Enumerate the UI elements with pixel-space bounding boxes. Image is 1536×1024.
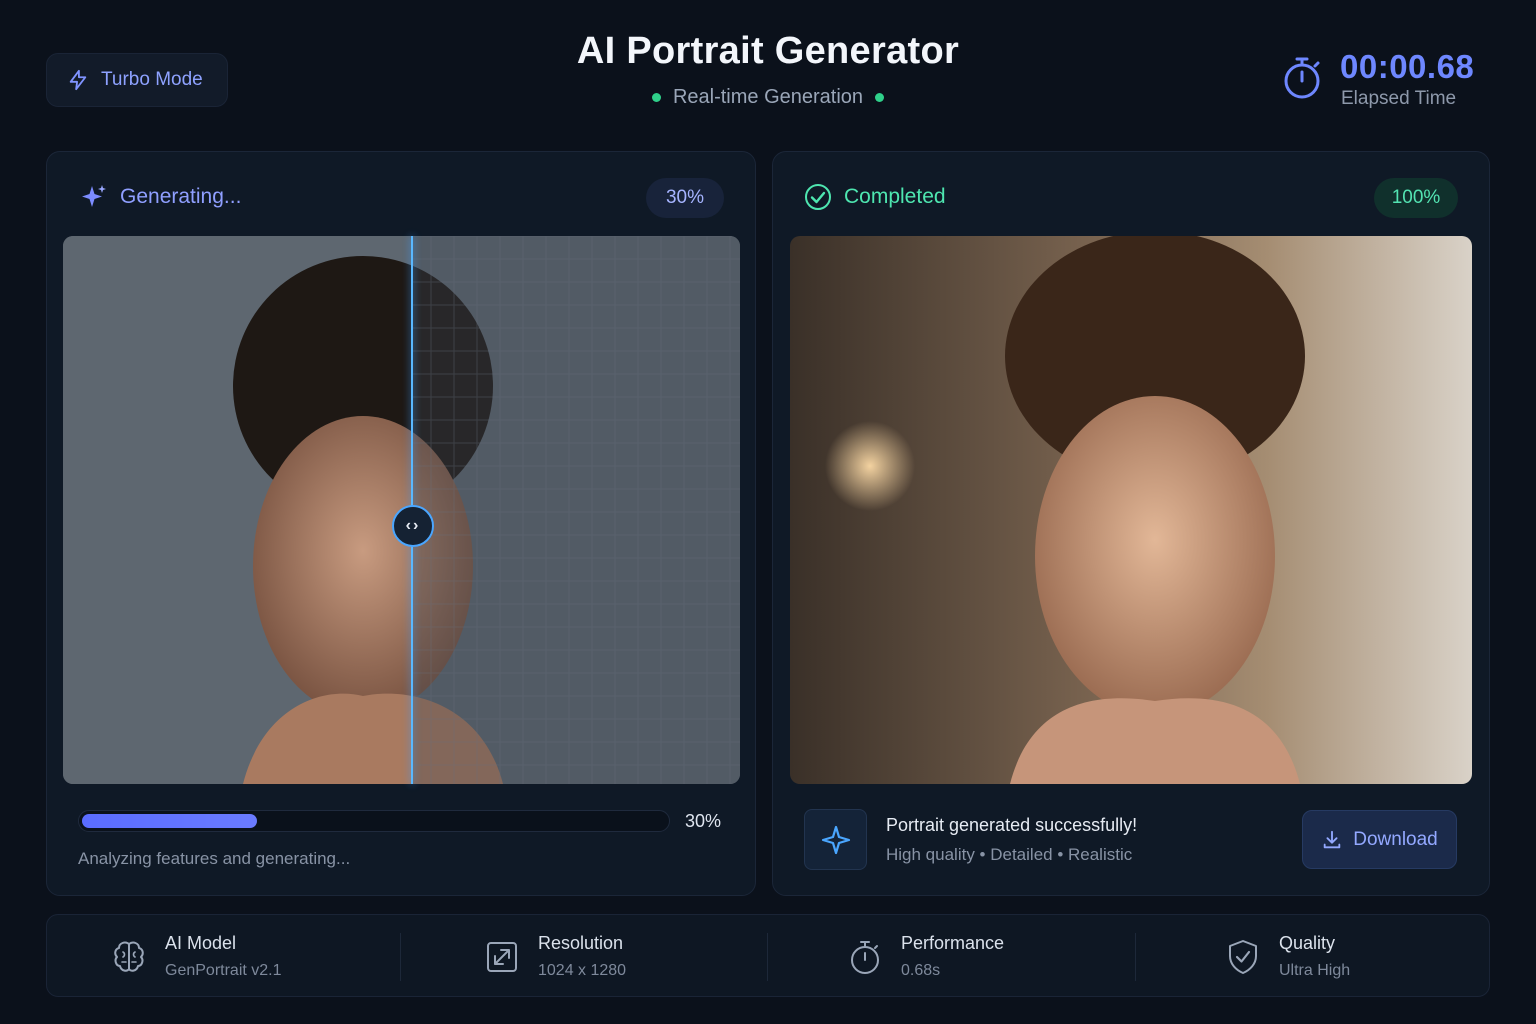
stopwatch-icon: [1284, 57, 1320, 99]
success-subtitle: High quality • Detailed • Realistic: [886, 845, 1133, 864]
sparkle-icon: [82, 185, 106, 207]
stat-value: Ultra High: [1279, 962, 1351, 979]
progress-bar: [78, 810, 670, 832]
progress-percent: 30%: [685, 811, 722, 831]
timer-label: Elapsed Time: [1341, 88, 1457, 109]
completed-percent-badge: 100%: [1374, 178, 1458, 218]
generating-status: Generating...: [80, 183, 241, 211]
stopwatch-icon: [851, 940, 879, 974]
download-button[interactable]: Download: [1302, 810, 1457, 869]
stat-divider: [400, 933, 401, 981]
generating-status-text: Generating...: [120, 185, 242, 208]
completed-status-text: Completed: [844, 185, 946, 208]
stat-divider: [1135, 933, 1136, 981]
lightning-icon: [69, 69, 87, 91]
stat-label: AI Model: [165, 933, 237, 953]
stat-label: Quality: [1279, 933, 1336, 953]
stat-value: 1024 x 1280: [538, 962, 627, 979]
stat-resolution: Resolution 1024 x 1280: [484, 915, 626, 998]
check-circle-icon: [805, 184, 831, 210]
shield-check-icon: [1229, 939, 1257, 974]
success-sparkle-badge: [804, 809, 867, 870]
stat-ai-model: AI Model GenPortrait v2.1: [111, 915, 282, 998]
stat-quality: Quality Ultra High: [1225, 915, 1350, 998]
resize-icon: [487, 941, 517, 972]
subtitle-text: Real-time Generation: [672, 86, 864, 108]
timer-value: 00:00.68: [1340, 48, 1475, 85]
download-label: Download: [1353, 828, 1438, 850]
page-subtitle: Real-time Generation: [568, 86, 968, 109]
download-icon: [1324, 830, 1341, 848]
compare-slider-handle[interactable]: ‹›: [392, 505, 434, 547]
completed-status: Completed: [804, 183, 946, 211]
chevrons-icon: ‹›: [405, 517, 421, 534]
generating-percent-badge: 30%: [646, 178, 724, 218]
turbo-mode-label: Turbo Mode: [101, 69, 203, 90]
completed-portrait-image: [790, 236, 1472, 784]
stat-value: 0.68s: [901, 962, 941, 979]
page-title: AI Portrait Generator: [576, 30, 960, 72]
brain-icon: [114, 941, 144, 972]
progress-bar-fill: [82, 814, 257, 828]
stat-performance: Performance 0.68s: [847, 915, 1004, 998]
success-title: Portrait generated successfully!: [886, 815, 1138, 835]
live-dot-icon: [651, 93, 661, 102]
elapsed-timer: 00:00.68 Elapsed Time: [1280, 48, 1500, 112]
sparkle-icon: [821, 825, 850, 854]
turbo-mode-button[interactable]: Turbo Mode: [46, 53, 228, 107]
stat-value: GenPortrait v2.1: [165, 962, 282, 979]
progress-note: Analyzing features and generating...: [78, 849, 351, 868]
stat-label: Resolution: [538, 933, 624, 953]
live-dot-icon: [875, 93, 885, 102]
stat-label: Performance: [901, 933, 1005, 953]
stat-divider: [767, 933, 768, 981]
stats-bar: AI Model GenPortrait v2.1 Resolution 102…: [46, 914, 1490, 997]
